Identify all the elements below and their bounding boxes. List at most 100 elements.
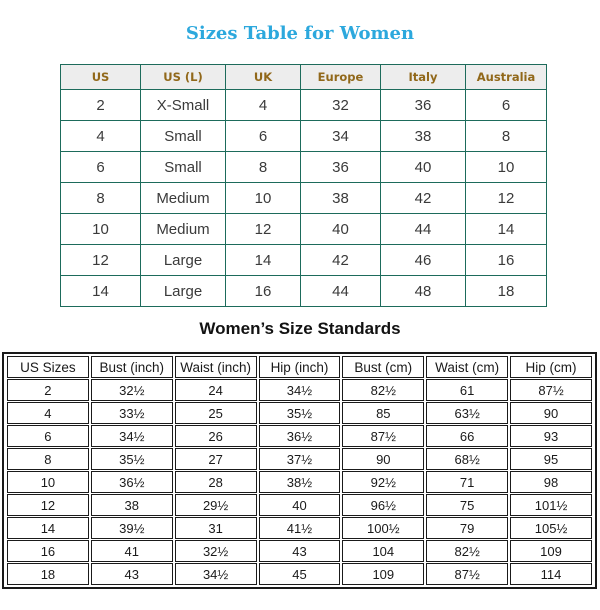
- table-cell: 85: [342, 402, 425, 424]
- table-cell: 10: [465, 151, 547, 183]
- table-cell: Small: [140, 151, 226, 183]
- table-cell: 38½: [258, 471, 341, 493]
- table-cell: 38: [300, 182, 381, 214]
- table-row: 6 Small 8 36 40 10: [60, 151, 547, 183]
- table-cell: Large: [140, 275, 226, 307]
- table-cell: 10: [60, 213, 141, 245]
- sizes-table-for-women-section: Sizes Table for Women US US (L) UK Europe It…: [0, 0, 600, 307]
- table-row: 16 41 32½ 43 104 82½ 109: [7, 540, 592, 562]
- table-cell: 90: [342, 448, 425, 470]
- table-cell: 36: [380, 89, 466, 121]
- table-cell: 2: [60, 89, 141, 121]
- table-cell: 43: [258, 540, 341, 562]
- table-cell: 12: [7, 494, 89, 516]
- sizes-column-header: UK: [225, 64, 301, 90]
- table-cell: 105½: [510, 517, 592, 539]
- table-cell: 82½: [342, 379, 425, 401]
- standards-column-header: Waist (inch): [174, 356, 257, 378]
- table-cell: 6: [465, 89, 547, 121]
- table-cell: 46: [380, 244, 466, 276]
- table-cell: 16: [465, 244, 547, 276]
- table-cell: 101½: [510, 494, 592, 516]
- table-row: 14 Large 16 44 48 18: [60, 275, 547, 307]
- table-cell: X-Small: [140, 89, 226, 121]
- table-cell: 6: [60, 151, 141, 183]
- table-cell: 33½: [90, 402, 173, 424]
- table-cell: Medium: [140, 213, 226, 245]
- table-cell: 42: [300, 244, 381, 276]
- table-cell: 34½: [258, 379, 341, 401]
- table-row: 14 39½ 31 41½ 100½ 79 105½: [7, 517, 592, 539]
- table-cell: 114: [510, 563, 592, 585]
- table-cell: 41½: [258, 517, 341, 539]
- page-title-sizes-table: Sizes Table for Women: [185, 23, 415, 44]
- table-cell: 109: [510, 540, 592, 562]
- table-cell: 2: [7, 379, 89, 401]
- table-cell: 82½: [426, 540, 509, 562]
- table-cell: 10: [225, 182, 301, 214]
- table-cell: 96½: [342, 494, 425, 516]
- table-row: 10 36½ 28 38½ 92½ 71 98: [7, 471, 592, 493]
- table-cell: 8: [60, 182, 141, 214]
- table-cell: 36: [300, 151, 381, 183]
- table-cell: 14: [225, 244, 301, 276]
- table-row: 2 X-Small 4 32 36 6: [60, 89, 547, 121]
- table-cell: 79: [426, 517, 509, 539]
- table-cell: 12: [465, 182, 547, 214]
- table-cell: 32: [300, 89, 381, 121]
- table-cell: 28: [174, 471, 257, 493]
- table-cell: 31: [174, 517, 257, 539]
- table-cell: 34½: [174, 563, 257, 585]
- sizes-table: US US (L) UK Europe Italy Australia 2 X-Small 4…: [60, 64, 547, 307]
- table-row: 10 Medium 12 40 44 14: [60, 213, 547, 245]
- table-cell: 87½: [342, 425, 425, 447]
- table-cell: 44: [380, 213, 466, 245]
- table-cell: 63½: [426, 402, 509, 424]
- standards-column-header: US Sizes: [7, 356, 89, 378]
- table-cell: 109: [342, 563, 425, 585]
- table-cell: 98: [510, 471, 592, 493]
- table-cell: 27: [174, 448, 257, 470]
- table-cell: 87½: [510, 379, 592, 401]
- table-cell: 66: [426, 425, 509, 447]
- standards-column-header: Waist (cm): [426, 356, 509, 378]
- table-cell: 38: [90, 494, 173, 516]
- table-cell: 95: [510, 448, 592, 470]
- table-header-row: US US (L) UK Europe Italy Australia: [60, 64, 547, 90]
- table-row: 4 Small 6 34 38 8: [60, 120, 547, 152]
- table-cell: 40: [300, 213, 381, 245]
- table-cell: 41: [90, 540, 173, 562]
- table-cell: 68½: [426, 448, 509, 470]
- standards-column-header: Bust (inch): [90, 356, 173, 378]
- table-cell: 40: [380, 151, 466, 183]
- table-cell: 32½: [174, 540, 257, 562]
- standards-column-header: Bust (cm): [342, 356, 425, 378]
- table-cell: 8: [465, 120, 547, 152]
- table-cell: 92½: [342, 471, 425, 493]
- table-cell: 4: [7, 402, 89, 424]
- table-cell: 6: [225, 120, 301, 152]
- table-row: 4 33½ 25 35½ 85 63½ 90: [7, 402, 592, 424]
- table-cell: 87½: [426, 563, 509, 585]
- table-cell: 37½: [258, 448, 341, 470]
- page-title-size-standards: Women’s Size Standards: [199, 319, 401, 338]
- table-cell: 39½: [90, 517, 173, 539]
- table-cell: 40: [258, 494, 341, 516]
- table-cell: 34: [300, 120, 381, 152]
- table-cell: 48: [380, 275, 466, 307]
- table-cell: 18: [465, 275, 547, 307]
- sizes-column-header: US (L): [140, 64, 226, 90]
- sizes-column-header: Europe: [300, 64, 381, 90]
- table-row: 18 43 34½ 45 109 87½ 114: [7, 563, 592, 585]
- table-cell: 44: [300, 275, 381, 307]
- table-cell: 104: [342, 540, 425, 562]
- table-cell: 32½: [90, 379, 173, 401]
- table-row: 6 34½ 26 36½ 87½ 66 93: [7, 425, 592, 447]
- table-row: 8 Medium 10 38 42 12: [60, 182, 547, 214]
- table-cell: 14: [465, 213, 547, 245]
- table-cell: 12: [225, 213, 301, 245]
- table-row: 12 38 29½ 40 96½ 75 101½: [7, 494, 592, 516]
- table-cell: 8: [7, 448, 89, 470]
- sizes-table-container: US US (L) UK Europe Italy Australia 2 X-Small 4…: [60, 64, 547, 307]
- table-cell: 75: [426, 494, 509, 516]
